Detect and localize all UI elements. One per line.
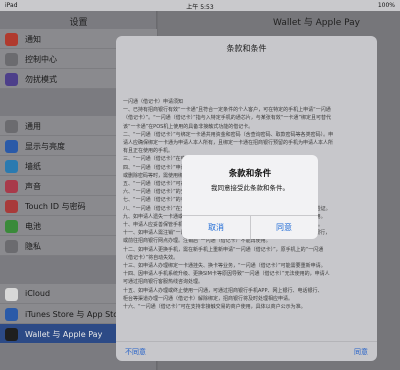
agree-button[interactable]: 同意	[354, 347, 368, 357]
terms-line: 十四、因申请人手机系统升级、更换SIM卡等原因导致“一闪通（借记卡）”无法使用的…	[123, 271, 330, 278]
alert-cancel-button[interactable]: 取消	[182, 222, 250, 233]
alert-agree-button[interactable]: 同意	[250, 222, 318, 233]
sidebar-item-label: 通用	[25, 122, 41, 131]
sidebar-item-label: iCloud	[25, 289, 51, 298]
sound-icon	[5, 180, 18, 193]
sidebar-item-label: 隐私	[25, 242, 41, 251]
control-center-icon	[5, 53, 18, 66]
alert-message: 我同意接受此条款和条件。	[211, 184, 289, 192]
notifications-icon	[5, 33, 18, 46]
sheet-title: 条款和条件	[226, 44, 267, 53]
sidebar-item-label: Touch ID 与密码	[25, 202, 86, 211]
brightness-icon	[5, 140, 18, 153]
terms-line: 十五、如申请人办理或终止使用一闪通，可通过招商银行手机APP、网上银行、电话银行…	[123, 287, 323, 294]
terms-line: 柜台等渠道办理一闪通（借记卡）解除绑定，招商银行将及时处理相应申请。	[123, 295, 294, 302]
terms-line: 二、“一闪通（借记卡）”与绑定一卡通共用资金和密码（含查询密码、取款密码等各类密…	[123, 131, 334, 138]
alert-title: 条款和条件	[228, 169, 272, 179]
sidebar-item-label: Wallet 与 Apple Pay	[25, 330, 103, 339]
detail-title: Wallet 与 Apple Pay	[273, 18, 360, 28]
sidebar-item-label: 通知	[25, 35, 41, 44]
sidebar-item-label: 勿扰模式	[25, 75, 57, 84]
terms-line: 该“一卡通”在POS机上使用的具备非接触式功能的借记卡。	[123, 123, 254, 130]
sidebar-item-label: 电池	[25, 222, 41, 231]
sidebar-item-label: 声音	[25, 182, 41, 191]
terms-line: （借记卡）”将自动失效。	[123, 254, 179, 261]
sheet-footer: 不同意 同意	[116, 341, 377, 361]
privacy-icon	[5, 240, 18, 253]
icloud-icon	[5, 288, 18, 301]
fingerprint-icon	[5, 200, 18, 213]
sidebar-item-label: 显示与亮度	[25, 142, 65, 151]
battery-icon	[5, 220, 18, 233]
status-time: 上午 5:53	[186, 4, 214, 11]
terms-line: 十六、“一闪通（借记卡）”可在支持非接触交易的商户使用，具体以商户公示为准。	[123, 304, 306, 311]
terms-line: （借记卡）”。“一闪通（借记卡）”指与入特定手机的通芯片，与某张有效“一卡通”绑…	[123, 115, 331, 122]
moon-icon	[5, 73, 18, 86]
terms-line: 可通过招商银行客服热线咨询处理。	[123, 279, 204, 286]
sidebar-item-label: 控制中心	[25, 55, 57, 64]
sidebar-title: 设置	[69, 18, 88, 28]
sidebar-item-label: iTunes Store 与 App Store	[25, 310, 127, 319]
confirm-alert: 条款和条件 我同意接受此条款和条件。 取消 同意	[182, 155, 318, 239]
alert-button-bar: 取消 同意	[182, 215, 318, 239]
gear-icon	[5, 120, 18, 133]
sidebar-item-label: 墙纸	[25, 162, 41, 171]
terms-line: 请人应确保绑定一卡通为申请人本人所有，且绑定一卡通在招商银行预留的手机为申请人本…	[123, 140, 334, 147]
app-store-icon	[5, 308, 18, 321]
terms-line: 十三、如申请人办理绑定一卡通挂失、换卡等业务，“一闪通（借记卡）”可能需要重新申…	[123, 263, 326, 270]
status-bar: iPad 上午 5:53 100%	[0, 0, 400, 11]
terms-line: 一、已持有招商银行有效“一卡通”且符合一定条件的个人客户，可在特定的手机上申请“…	[123, 107, 331, 114]
terms-line: 一闪通（借记卡）申请须知	[123, 99, 184, 105]
battery-label: 100%	[377, 2, 395, 9]
wallet-icon	[5, 328, 18, 341]
wallpaper-icon	[5, 160, 18, 173]
disagree-button[interactable]: 不同意	[125, 347, 146, 357]
terms-line: 十二、如申请人更换手机，需在新手机上重新申请“一闪通（借记卡）”，原手机上的“一…	[123, 246, 324, 253]
